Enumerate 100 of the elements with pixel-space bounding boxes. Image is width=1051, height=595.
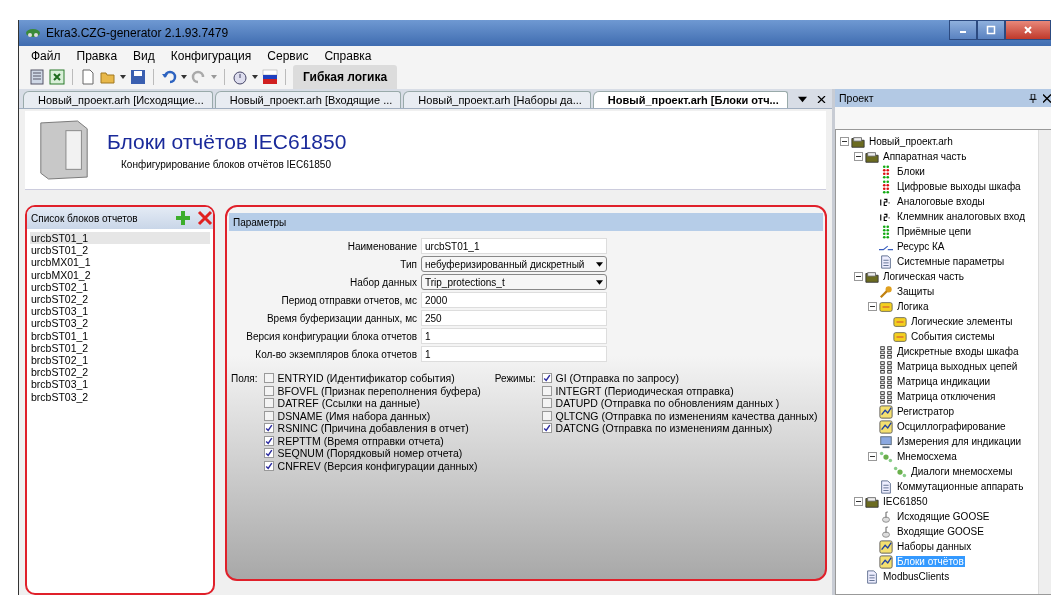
- checkbox[interactable]: [263, 373, 274, 384]
- tree-item[interactable]: Входящие GOOSE: [896, 526, 985, 537]
- list-item[interactable]: urcbST01_1: [30, 232, 210, 245]
- menu-item[interactable]: Сервис: [267, 48, 309, 63]
- new-file-icon[interactable]: [80, 69, 96, 85]
- list-icon[interactable]: [29, 69, 45, 85]
- tree-item[interactable]: Новый_проект.arh: [868, 136, 954, 147]
- delete-icon[interactable]: [197, 210, 213, 226]
- close-button[interactable]: [1005, 20, 1051, 40]
- tree-item[interactable]: Осциллографирование: [896, 421, 1007, 432]
- checkbox[interactable]: [541, 423, 552, 434]
- list-item[interactable]: brcbST03_1: [30, 378, 210, 391]
- tree-item[interactable]: Приёмные цепи: [896, 226, 972, 237]
- tree-item[interactable]: Ресурс КА: [896, 241, 946, 252]
- undo-icon[interactable]: [161, 69, 177, 85]
- document-tab[interactable]: Новый_проект.arh [Блоки отч...: [592, 91, 788, 108]
- list-item[interactable]: urcbST03_2: [30, 317, 210, 330]
- tree-item[interactable]: Матрица индикации: [896, 376, 992, 387]
- checkbox[interactable]: [263, 435, 274, 446]
- list-item[interactable]: urcbMX01_1: [30, 256, 210, 269]
- tree-item[interactable]: Цифровые выходы шкафа: [896, 181, 1022, 192]
- tree-item[interactable]: Дискретные входы шкафа: [896, 346, 1020, 357]
- tree-item[interactable]: Блоки: [896, 166, 926, 177]
- checkbox-label: RSNINC (Причина добавления в отчет): [277, 422, 469, 435]
- input-field[interactable]: urcbST01_1: [421, 238, 607, 254]
- menu-item[interactable]: Справка: [324, 48, 372, 63]
- tree-item[interactable]: События системы: [910, 331, 996, 342]
- tree-item[interactable]: Коммутационные аппарать: [896, 481, 1025, 492]
- tree-item[interactable]: Исходящие GOOSE: [896, 511, 991, 522]
- collapse-icon[interactable]: [854, 497, 863, 506]
- collapse-icon[interactable]: [854, 152, 863, 161]
- tree-item[interactable]: Клеммник аналоговых вход: [896, 211, 1027, 222]
- list-item[interactable]: brcbST01_2: [30, 341, 210, 355]
- tree-item[interactable]: Логика: [896, 301, 930, 312]
- collapse-icon[interactable]: [868, 302, 877, 311]
- collapse-icon[interactable]: [854, 272, 863, 281]
- vertical-scrollbar[interactable]: [1038, 130, 1051, 594]
- checkbox[interactable]: [263, 385, 274, 396]
- input-field[interactable]: 1: [421, 346, 607, 362]
- close-icon[interactable]: [817, 96, 826, 103]
- dropdown[interactable]: Trip_protections_t: [421, 274, 607, 290]
- list-item[interactable]: brcbST03_2: [30, 390, 210, 403]
- menu-item[interactable]: Вид: [133, 48, 155, 63]
- checkbox[interactable]: [541, 385, 552, 396]
- close-icon[interactable]: [1043, 93, 1051, 103]
- list-item[interactable]: urcbST02_2: [30, 293, 210, 306]
- flexible-logic-button[interactable]: Гибкая логика: [293, 65, 398, 89]
- menu-item[interactable]: Файл: [31, 48, 61, 63]
- list-item[interactable]: urcbST02_1: [30, 280, 210, 293]
- tree-item[interactable]: Аппаратная часть: [882, 151, 968, 162]
- checkbox[interactable]: [263, 410, 274, 421]
- tree-item[interactable]: Диалоги мнемосхемы: [910, 466, 1014, 477]
- tree-item[interactable]: IEC61850: [882, 496, 929, 507]
- tree-item[interactable]: Измерения для индикации: [896, 436, 1023, 447]
- tree-item[interactable]: Регистратор: [896, 406, 956, 417]
- list-item[interactable]: urcbST03_1: [30, 305, 210, 318]
- checkbox[interactable]: [263, 448, 274, 459]
- caret-icon[interactable]: [181, 75, 187, 79]
- input-field[interactable]: 250: [421, 310, 607, 326]
- document-tab[interactable]: Новый_проект.arh [Исходящие...: [23, 91, 213, 108]
- input-field[interactable]: 1: [421, 328, 607, 344]
- maximize-button[interactable]: [977, 20, 1005, 40]
- tree-item[interactable]: Мнемосхема: [896, 451, 958, 462]
- document-tab[interactable]: Новый_проект.arh [Наборы да...: [403, 91, 591, 108]
- list-item[interactable]: urcbMX01_2: [30, 268, 210, 281]
- minimize-button[interactable]: [949, 20, 977, 40]
- tree-item[interactable]: ModbusClients: [882, 571, 951, 582]
- pin-icon[interactable]: [1029, 93, 1037, 103]
- dropdown-icon[interactable]: [798, 96, 807, 103]
- spreadsheet-icon[interactable]: [49, 69, 65, 85]
- menu-item[interactable]: Правка: [76, 48, 118, 63]
- list-item[interactable]: brcbST02_1: [30, 354, 210, 367]
- checkbox[interactable]: [541, 398, 552, 409]
- checkbox[interactable]: [263, 460, 274, 471]
- tree-item[interactable]: Защиты: [896, 286, 936, 297]
- checkbox[interactable]: [263, 423, 274, 434]
- list-item[interactable]: brcbST01_1: [30, 329, 210, 342]
- checkbox[interactable]: [541, 410, 552, 421]
- tree-item[interactable]: Логические элементы: [910, 316, 1014, 327]
- dropdown[interactable]: небуферизированный дискретный: [421, 256, 607, 272]
- menu-item[interactable]: Конфигурация: [170, 48, 252, 63]
- tree-item[interactable]: Аналоговые входы: [896, 196, 986, 207]
- stopwatch-icon[interactable]: [232, 69, 248, 85]
- collapse-icon[interactable]: [840, 137, 849, 146]
- checkbox[interactable]: [263, 398, 274, 409]
- list-item[interactable]: brcbST02_2: [30, 366, 210, 379]
- tree-item[interactable]: Матрица выходных цепей: [896, 361, 1019, 372]
- tree-item[interactable]: Матрица отключения: [896, 391, 997, 402]
- save-icon[interactable]: [130, 69, 146, 85]
- list-item[interactable]: urcbST01_2: [30, 244, 210, 257]
- tree-item[interactable]: Системные параметры: [896, 256, 1006, 267]
- document-tab[interactable]: Новый_проект.arh [Входящие ...: [214, 91, 402, 108]
- tree-item[interactable]: Логическая часть: [882, 271, 966, 282]
- collapse-icon[interactable]: [868, 452, 877, 461]
- checkbox[interactable]: [541, 373, 552, 384]
- input-field[interactable]: 2000: [421, 292, 607, 308]
- flag-icon[interactable]: [262, 69, 278, 85]
- caret-icon[interactable]: [120, 75, 126, 79]
- tree-item[interactable]: Наборы данных: [896, 541, 973, 552]
- caret-icon[interactable]: [252, 75, 258, 79]
